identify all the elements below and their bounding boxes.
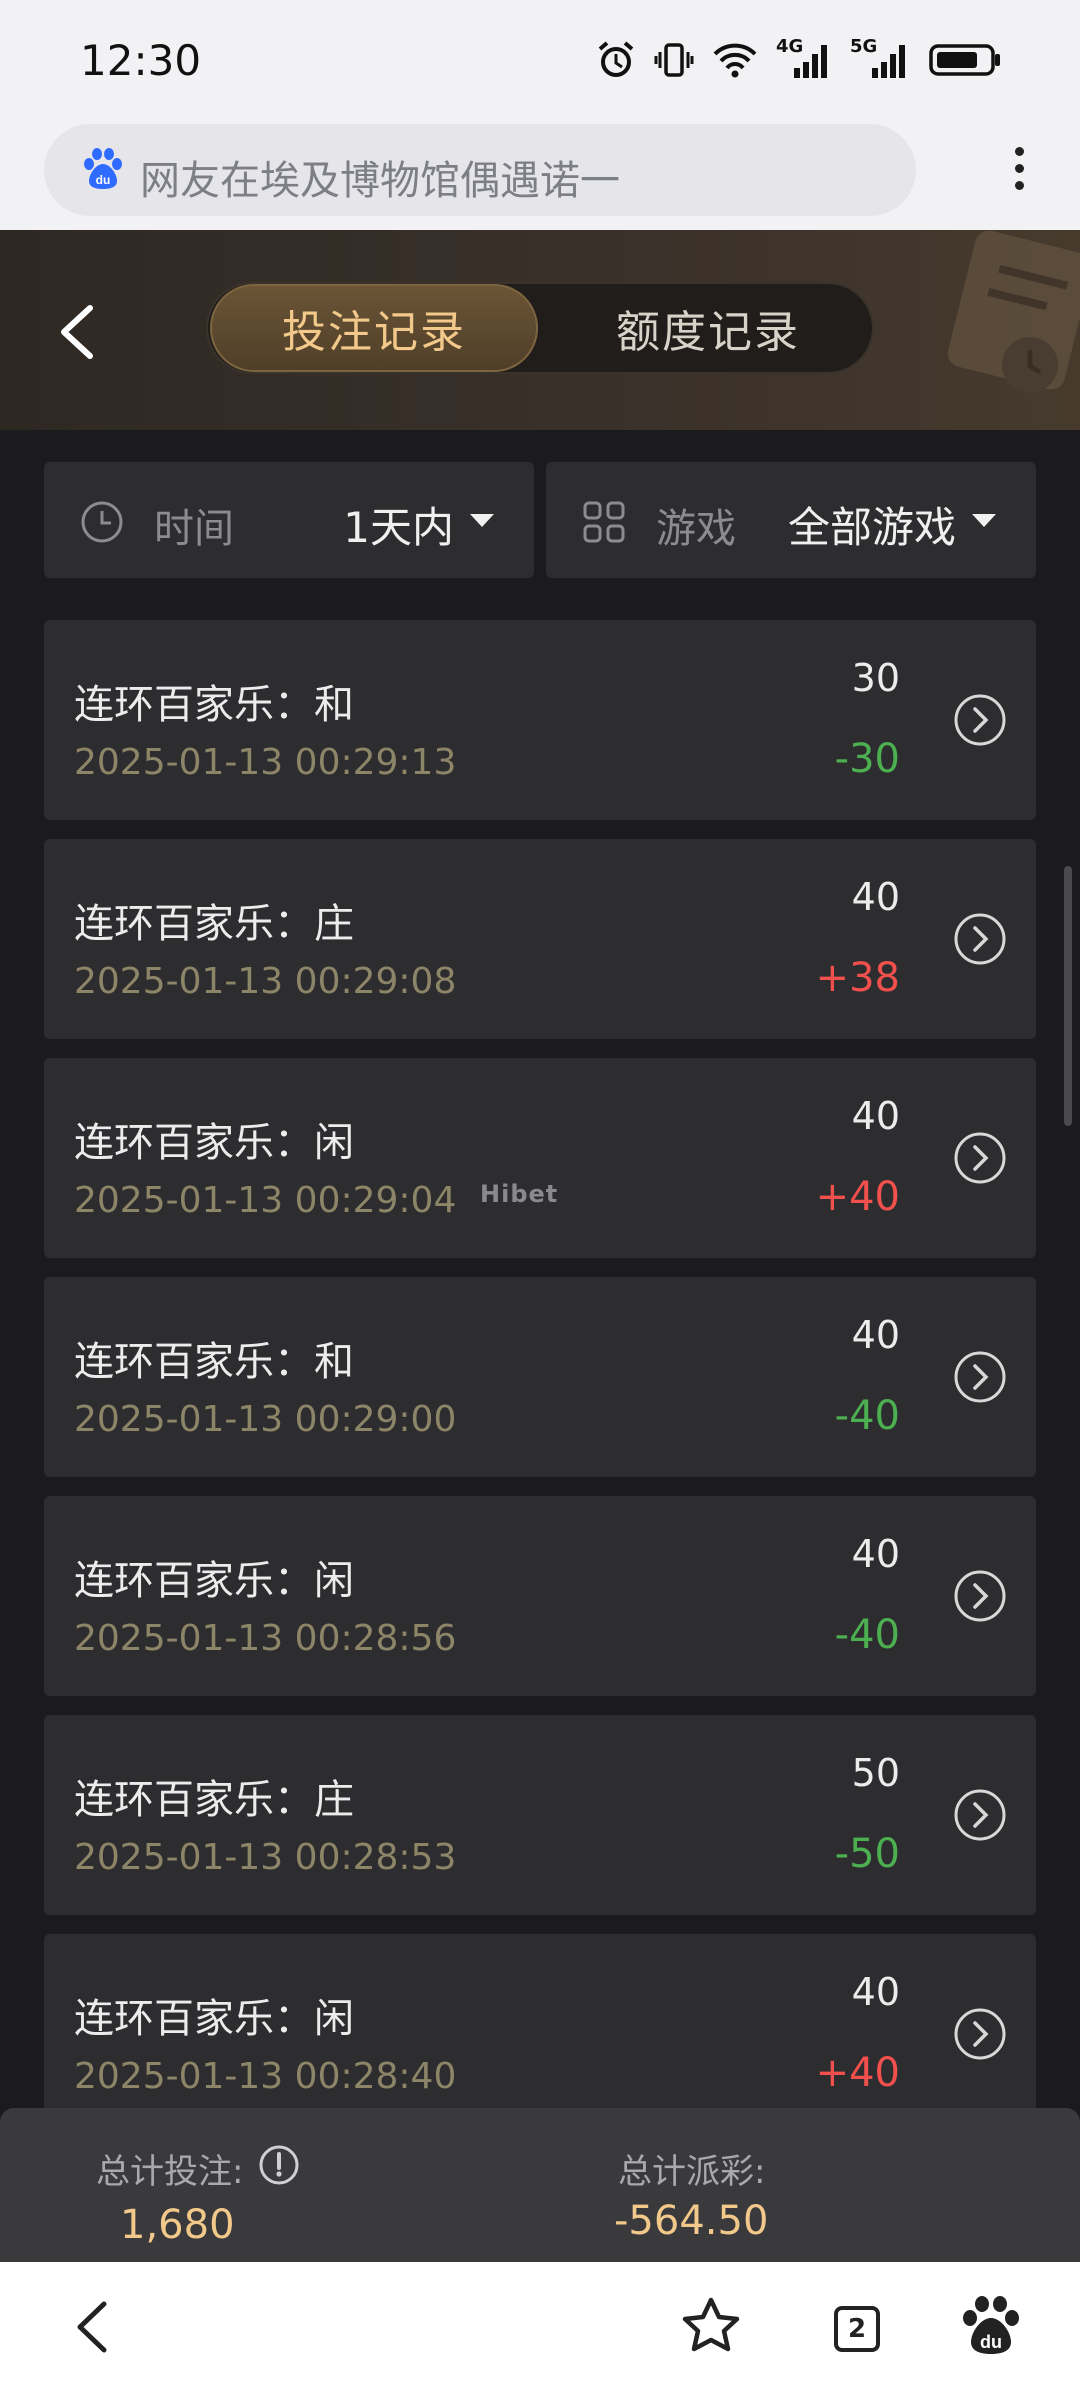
total-bet-label: 总计投注: xyxy=(96,2152,244,2192)
scrollbar[interactable] xyxy=(1064,866,1072,1126)
record-title: 连环百家乐：庄 xyxy=(74,901,354,947)
list-item[interactable]: 连环百家乐：闲 2025-01-13 00:28:40 40 +40 xyxy=(44,1934,1036,2134)
svg-text:du: du xyxy=(980,2332,1002,2352)
status-bar: 12:30 4G 5G xyxy=(0,0,1080,120)
document-clock-icon xyxy=(947,230,1080,393)
chevron-right-circle-icon[interactable] xyxy=(952,1130,1008,1186)
signal-5g-icon: 5G xyxy=(850,36,910,80)
record-bet-amount: 30 xyxy=(851,656,900,700)
record-payout: -40 xyxy=(834,1393,900,1439)
clock-icon xyxy=(81,501,123,543)
search-box[interactable]: du 网友在埃及博物馆偶遇诺一 xyxy=(44,124,916,216)
svg-text:du: du xyxy=(96,173,111,187)
baidu-home-icon[interactable]: du xyxy=(956,2292,1026,2362)
wifi-icon xyxy=(713,43,757,78)
record-time: 2025-01-13 00:29:08 xyxy=(74,961,457,1002)
tab-quota-records[interactable]: 额度记录 xyxy=(544,284,872,372)
record-type-switch: 投注记录 额度记录 xyxy=(206,282,874,374)
record-bet-amount: 40 xyxy=(851,875,900,919)
record-time: 2025-01-13 00:28:56 xyxy=(74,1618,457,1659)
record-time: 2025-01-13 00:29:04 xyxy=(74,1180,457,1221)
record-bet-amount: 40 xyxy=(851,1970,900,2014)
record-payout: +38 xyxy=(815,955,900,1001)
game-filter-label: 游戏 xyxy=(656,506,736,552)
signal-4g-icon: 4G xyxy=(776,36,832,80)
record-payout: +40 xyxy=(815,1174,900,1220)
list-item[interactable]: 连环百家乐：庄 2025-01-13 00:29:08 40 +38 xyxy=(44,839,1036,1039)
record-title: 连环百家乐：和 xyxy=(74,1339,354,1385)
app-header: 投注记录 额度记录 xyxy=(0,230,1080,430)
record-payout: +40 xyxy=(815,2050,900,2096)
chevron-right-circle-icon[interactable] xyxy=(952,692,1008,748)
battery-icon xyxy=(929,44,1000,76)
record-bet-amount: 40 xyxy=(851,1094,900,1138)
chevron-right-circle-icon[interactable] xyxy=(952,2006,1008,2062)
chevron-right-circle-icon[interactable] xyxy=(952,1568,1008,1624)
alarm-icon xyxy=(598,41,634,77)
grid-icon xyxy=(583,501,625,543)
record-title: 连环百家乐：和 xyxy=(74,682,354,728)
total-payout-label: 总计派彩: xyxy=(618,2152,766,2192)
watermark-logo: Hibet xyxy=(480,1180,559,1208)
browser-address-bar: du 网友在埃及博物馆偶遇诺一 xyxy=(0,120,1080,230)
time-filter-value: 1天内 xyxy=(343,503,454,552)
status-time: 12:30 xyxy=(80,36,202,85)
back-arrow-icon[interactable] xyxy=(52,302,102,362)
chevron-down-icon xyxy=(972,514,996,527)
game-filter[interactable]: 游戏 全部游戏 xyxy=(546,462,1036,578)
list-item[interactable]: 连环百家乐：闲 2025-01-13 00:28:56 40 -40 xyxy=(44,1496,1036,1696)
tab-bet-records[interactable]: 投注记录 xyxy=(210,284,538,372)
record-time: 2025-01-13 00:28:40 xyxy=(74,2056,457,2097)
record-time: 2025-01-13 00:29:00 xyxy=(74,1399,457,1440)
game-filter-value: 全部游戏 xyxy=(787,503,956,552)
back-arrow-icon[interactable] xyxy=(60,2292,130,2362)
record-payout: -40 xyxy=(834,1612,900,1658)
time-filter-label: 时间 xyxy=(154,506,234,552)
record-bet-amount: 40 xyxy=(851,1532,900,1576)
list-item[interactable]: 连环百家乐：和 2025-01-13 00:29:00 40 -40 xyxy=(44,1277,1036,1477)
record-bet-amount: 50 xyxy=(851,1751,900,1795)
list-item[interactable]: 连环百家乐：和 2025-01-13 00:29:13 30 -30 xyxy=(44,620,1036,820)
record-title: 连环百家乐：闲 xyxy=(74,1996,354,2042)
list-item[interactable]: 连环百家乐：庄 2025-01-13 00:28:53 50 -50 xyxy=(44,1715,1036,1915)
record-title: 连环百家乐：闲 xyxy=(74,1120,354,1166)
info-icon[interactable] xyxy=(258,2144,300,2186)
more-menu-icon[interactable] xyxy=(1004,142,1034,202)
record-payout: -50 xyxy=(834,1831,900,1877)
browser-bottom-nav: 2 du xyxy=(0,2262,1080,2388)
record-title: 连环百家乐：庄 xyxy=(74,1777,354,1823)
total-payout-value: -564.50 xyxy=(614,2198,769,2244)
chevron-down-icon xyxy=(470,514,494,527)
time-filter[interactable]: 时间 1天内 xyxy=(44,462,534,578)
tabs-count: 2 xyxy=(834,2306,880,2352)
search-query-text: 网友在埃及博物馆偶遇诺一 xyxy=(140,158,620,204)
status-icons: 4G 5G xyxy=(596,36,1002,80)
chevron-right-circle-icon[interactable] xyxy=(952,1787,1008,1843)
total-bet-value: 1,680 xyxy=(120,2202,235,2248)
chevron-right-circle-icon[interactable] xyxy=(952,911,1008,967)
star-icon[interactable] xyxy=(676,2292,746,2362)
chevron-right-circle-icon[interactable] xyxy=(952,1349,1008,1405)
record-title: 连环百家乐：闲 xyxy=(74,1558,354,1604)
list-item[interactable]: 连环百家乐：闲 2025-01-13 00:29:04 40 +40 xyxy=(44,1058,1036,1258)
vibrate-icon xyxy=(654,43,694,77)
baidu-logo-icon: du xyxy=(84,148,122,189)
summary-bar: 总计投注: 1,680 总计派彩: -564.50 xyxy=(0,2108,1080,2262)
record-time: 2025-01-13 00:28:53 xyxy=(74,1837,457,1878)
record-time: 2025-01-13 00:29:13 xyxy=(74,742,457,783)
record-bet-amount: 40 xyxy=(851,1313,900,1357)
record-payout: -30 xyxy=(834,736,900,782)
tabs-button[interactable]: 2 xyxy=(820,2292,890,2362)
